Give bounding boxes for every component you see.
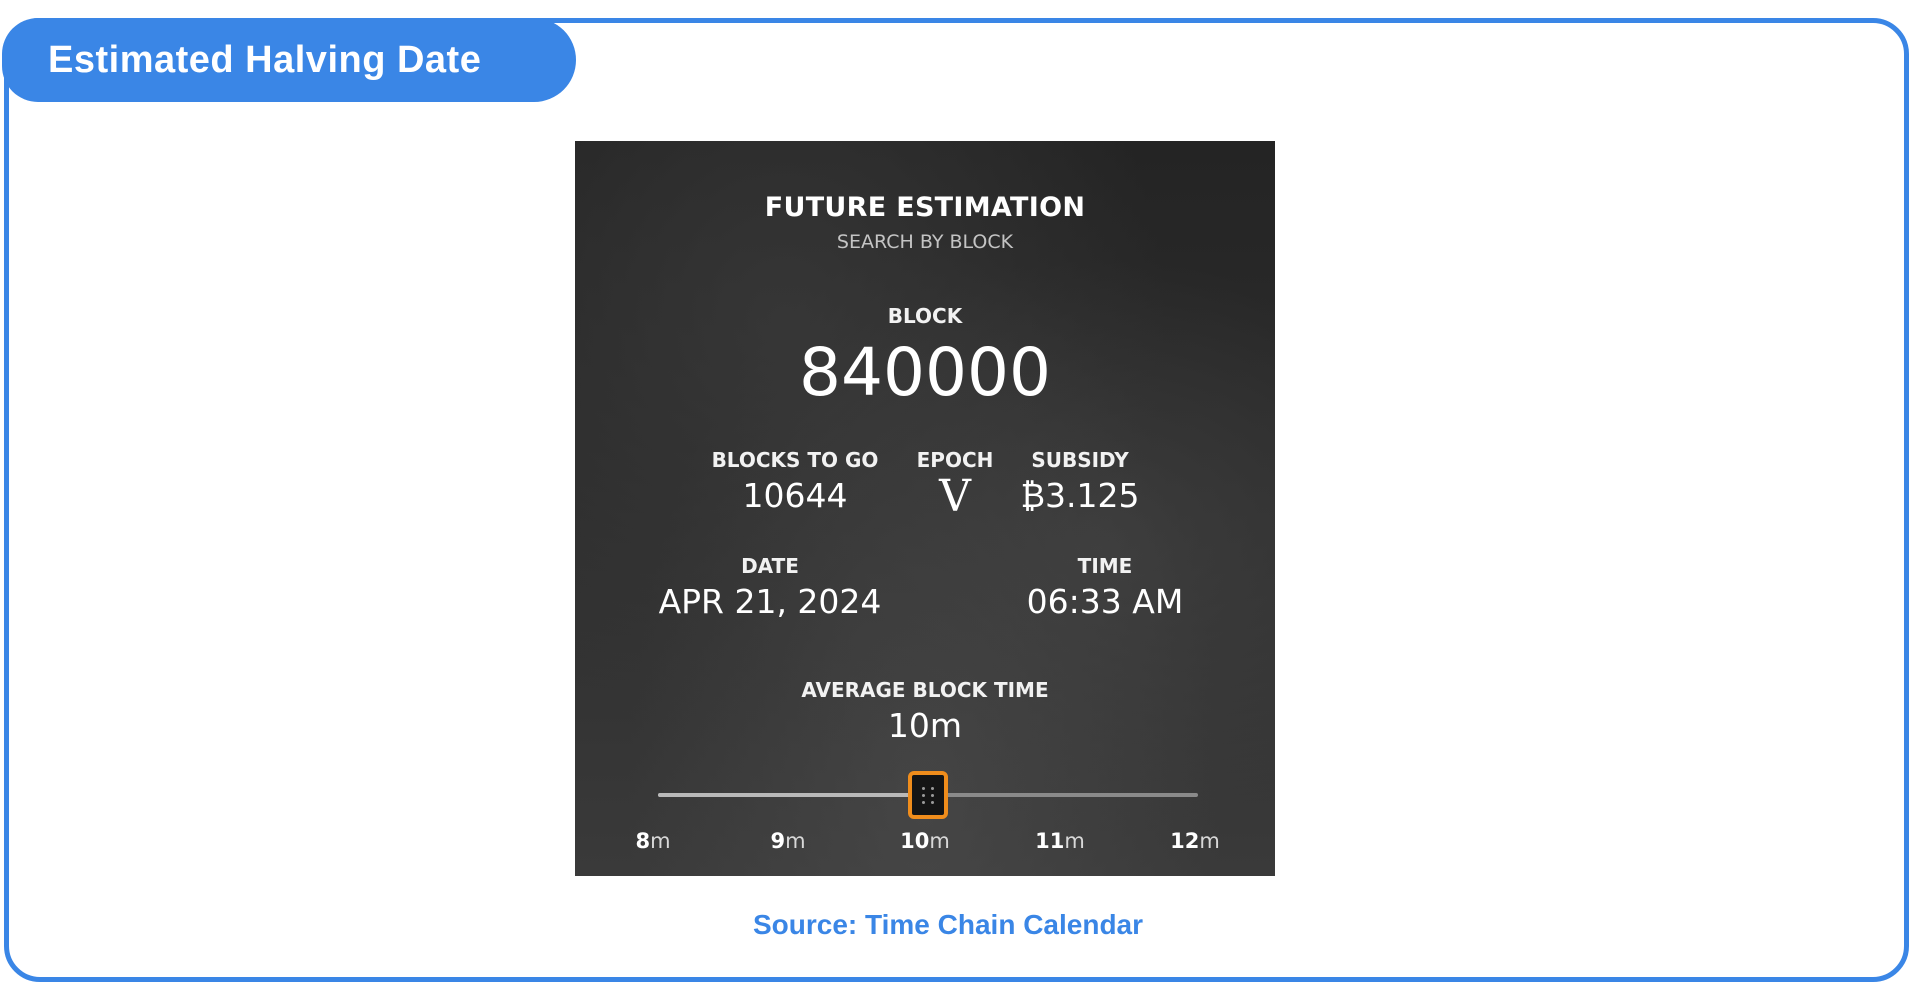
widget-title: FUTURE ESTIMATION [764, 192, 1086, 223]
slider-tick-label[interactable]: 9m [753, 829, 823, 853]
tick-number: 8 [635, 829, 651, 853]
subsidy-label: SUBSIDY [1031, 448, 1129, 472]
grip-icon [921, 786, 935, 804]
section-title: Estimated Halving Date [48, 38, 482, 81]
tick-number: 12 [1170, 829, 1200, 853]
source-caption: Source: Time Chain Calendar [752, 909, 1144, 940]
tick-unit: m [1064, 829, 1085, 853]
future-estimation-widget: FUTURE ESTIMATION SEARCH BY BLOCK BLOCK … [575, 141, 1275, 876]
subsidy-value: ₿3.125 [1020, 476, 1140, 515]
block-value: 840000 [799, 334, 1051, 411]
section-tag: Estimated Halving Date [2, 18, 576, 102]
slider-tick-label[interactable]: 12m [1160, 829, 1230, 853]
average-block-time-label: AVERAGE BLOCK TIME [801, 678, 1049, 702]
tick-unit: m [650, 829, 671, 853]
tick-unit: m [1199, 829, 1220, 853]
tick-number: 9 [770, 829, 786, 853]
slider-track-fill [658, 793, 928, 797]
tick-unit: m [785, 829, 806, 853]
tick-unit: m [929, 829, 950, 853]
tick-number: 10 [900, 829, 930, 853]
slider-tick-label[interactable]: 8m [618, 829, 688, 853]
average-block-time-value: 10m [887, 706, 963, 745]
date-value: APR 21, 2024 [658, 582, 882, 621]
widget-subtitle: SEARCH BY BLOCK [836, 231, 1014, 253]
time-value: 06:33 AM [1026, 582, 1184, 621]
block-label: BLOCK [887, 304, 963, 328]
slider-tick-label[interactable]: 10m [890, 829, 960, 853]
tick-number: 11 [1035, 829, 1065, 853]
time-label: TIME [1077, 554, 1133, 578]
date-label: DATE [741, 554, 799, 578]
slider-thumb[interactable] [908, 771, 948, 819]
slider-tick-label[interactable]: 11m [1025, 829, 1095, 853]
